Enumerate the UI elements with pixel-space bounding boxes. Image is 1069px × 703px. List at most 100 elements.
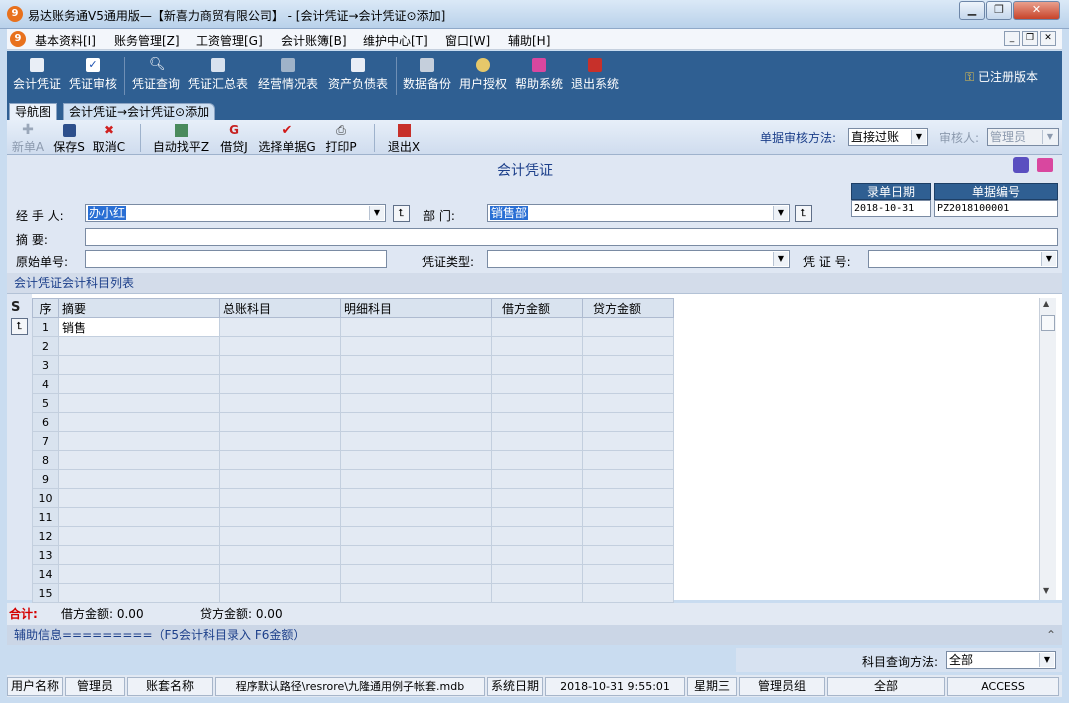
column-header[interactable]: 摘要 <box>58 298 220 318</box>
table-row[interactable]: 2 <box>32 336 674 356</box>
scroll-up-icon[interactable]: ▲ <box>1043 299 1049 308</box>
table-cell[interactable] <box>491 545 583 565</box>
table-cell[interactable] <box>340 450 492 470</box>
table-cell[interactable] <box>58 412 220 432</box>
table-cell[interactable] <box>582 355 674 375</box>
table-row[interactable]: 7 <box>32 431 674 451</box>
table-cell[interactable] <box>219 336 341 356</box>
table-cell[interactable] <box>58 450 220 470</box>
menu-basic-data[interactable]: 基本资料[I] <box>35 32 96 49</box>
menu-window[interactable]: 窗口[W] <box>445 32 490 49</box>
cancel-button[interactable]: ✖ 取消C <box>91 122 127 155</box>
column-header[interactable]: 序 <box>32 298 59 318</box>
table-cell[interactable] <box>582 431 674 451</box>
table-cell[interactable] <box>582 450 674 470</box>
table-cell[interactable] <box>491 526 583 546</box>
table-cell[interactable] <box>219 545 341 565</box>
table-cell[interactable] <box>58 488 220 508</box>
menu-maintenance[interactable]: 维护中心[T] <box>363 32 428 49</box>
row-lookup-button[interactable]: ⮤ <box>11 318 28 335</box>
operating-report-button[interactable]: 经营情况表 <box>255 51 321 100</box>
exit-system-button[interactable]: 退出系统 <box>568 51 622 100</box>
table-cell[interactable] <box>340 431 492 451</box>
table-cell[interactable] <box>491 488 583 508</box>
table-cell[interactable] <box>219 507 341 527</box>
table-cell[interactable] <box>58 583 220 603</box>
table-cell[interactable] <box>340 507 492 527</box>
help-system-button[interactable]: 帮助系统 <box>512 51 566 100</box>
reviewer-select[interactable]: 管理员 ▼ <box>987 128 1059 146</box>
voucher-query-button[interactable]: 🔍︎ 凭证查询 <box>128 51 184 100</box>
table-cell[interactable] <box>491 374 583 394</box>
mdi-close-button[interactable]: ✕ <box>1040 31 1056 46</box>
mdi-restore-button[interactable]: ❐ <box>1022 31 1038 46</box>
voucher-review-button[interactable]: ✓ 凭证审核 <box>65 51 121 100</box>
table-row[interactable]: 11 <box>32 507 674 527</box>
table-cell[interactable] <box>582 564 674 584</box>
table-cell[interactable] <box>582 545 674 565</box>
table-cell[interactable] <box>582 393 674 413</box>
table-row[interactable]: 4 <box>32 374 674 394</box>
table-row[interactable]: 1 销售 <box>32 317 674 337</box>
debit-credit-button[interactable]: G 借贷J <box>216 122 252 155</box>
refresh-icon[interactable]: S <box>11 300 20 315</box>
table-cell[interactable] <box>219 526 341 546</box>
table-cell[interactable] <box>219 317 341 337</box>
collapse-icon[interactable]: ⌃ <box>1046 625 1056 645</box>
table-cell[interactable] <box>58 355 220 375</box>
query-method-select[interactable]: 全部 ▼ <box>946 651 1056 669</box>
table-row[interactable]: 3 <box>32 355 674 375</box>
table-cell[interactable] <box>58 336 220 356</box>
minimize-button[interactable]: ▁ <box>959 1 985 20</box>
balance-sheet-button[interactable]: 资产负债表 <box>325 51 391 100</box>
table-cell[interactable] <box>582 336 674 356</box>
vertical-scrollbar[interactable]: ▲ ▼ <box>1039 298 1056 600</box>
close-button[interactable]: ✕ <box>1013 1 1060 20</box>
dept-lookup-button[interactable]: ⮤ <box>795 205 812 222</box>
table-cell[interactable] <box>340 374 492 394</box>
table-cell[interactable] <box>219 564 341 584</box>
table-cell[interactable] <box>340 526 492 546</box>
table-cell[interactable] <box>491 317 583 337</box>
select-doc-button[interactable]: ✔ 选择单据G <box>258 122 316 154</box>
dept-select[interactable]: 销售部 ▼ <box>487 204 790 222</box>
table-cell[interactable] <box>491 450 583 470</box>
orig-no-input[interactable] <box>85 250 387 268</box>
table-cell[interactable] <box>219 393 341 413</box>
tab-voucher-add[interactable]: 会计凭证→会计凭证⊙添加 <box>63 103 216 120</box>
user-avatar-icon[interactable] <box>1013 157 1029 173</box>
table-cell[interactable] <box>219 583 341 603</box>
new-doc-button[interactable]: ✚ 新单A <box>10 122 46 154</box>
entry-date-value[interactable]: 2018-10-31 <box>851 200 931 217</box>
table-cell[interactable] <box>340 412 492 432</box>
table-cell[interactable] <box>58 545 220 565</box>
column-header[interactable]: 贷方金额 <box>582 298 674 318</box>
scroll-down-icon[interactable]: ▼ <box>1043 586 1049 595</box>
table-cell[interactable] <box>340 488 492 508</box>
handler-select[interactable]: 办小红 ▼ <box>85 204 386 222</box>
column-header[interactable]: 明细科目 <box>340 298 492 318</box>
scroll-thumb[interactable] <box>1041 315 1055 331</box>
table-cell[interactable] <box>491 507 583 527</box>
maximize-button[interactable]: ❐ <box>986 1 1012 20</box>
column-header[interactable]: 总账科目 <box>219 298 341 318</box>
table-cell[interactable] <box>58 431 220 451</box>
table-cell[interactable] <box>491 431 583 451</box>
table-row[interactable]: 9 <box>32 469 674 489</box>
column-header[interactable]: 借方金额 <box>491 298 583 318</box>
table-cell[interactable]: 销售 <box>58 317 220 337</box>
table-cell[interactable] <box>491 583 583 603</box>
table-row[interactable]: 5 <box>32 393 674 413</box>
voucher-summary-button[interactable]: 凭证汇总表 <box>185 51 251 100</box>
table-cell[interactable] <box>491 393 583 413</box>
table-cell[interactable] <box>340 583 492 603</box>
table-cell[interactable] <box>58 469 220 489</box>
auto-balance-button[interactable]: 自动找平Z <box>151 122 211 154</box>
handler-lookup-button[interactable]: ⮤ <box>393 205 410 222</box>
table-cell[interactable] <box>340 545 492 565</box>
menu-payroll[interactable]: 工资管理[G] <box>196 32 263 49</box>
table-cell[interactable] <box>491 355 583 375</box>
book-icon[interactable] <box>1037 158 1053 172</box>
table-cell[interactable] <box>582 583 674 603</box>
voucher-button[interactable]: 会计凭证 <box>9 51 65 100</box>
